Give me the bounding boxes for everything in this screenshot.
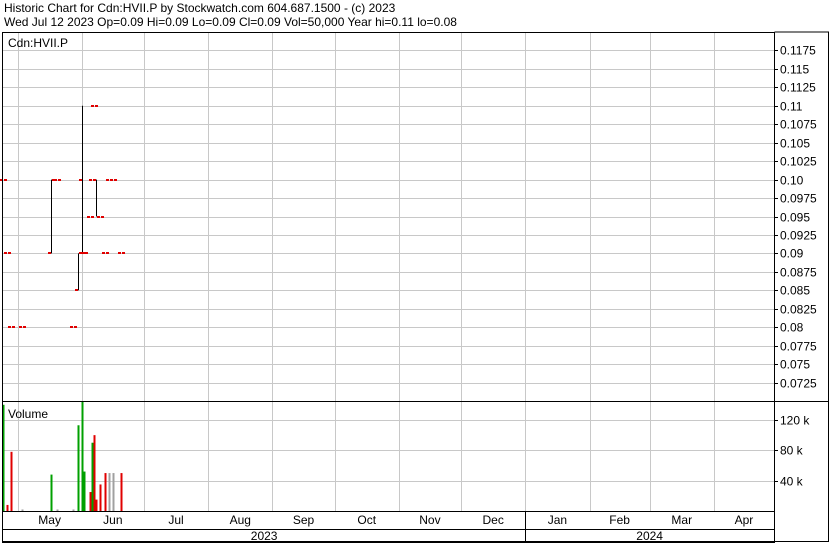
close-tick [74,326,77,328]
price-tick-label: 0.0975 [780,192,817,206]
open-tick [19,326,22,328]
close-tick [114,179,117,181]
plot-frame [2,32,775,543]
volume-bar [83,471,86,511]
open-tick [87,216,90,218]
open-tick [81,252,84,254]
volume-bar [108,473,111,511]
year-label: 2023 [251,529,278,543]
grid-layer [3,32,774,511]
volume-bar [95,499,98,511]
price-tick-label: 0.1075 [780,118,817,132]
volume-bar [93,435,96,511]
close-tick [91,216,94,218]
volume-bar [91,442,94,511]
year-label: 2024 [636,529,663,543]
open-tick [48,252,51,254]
volume-bar [89,492,92,511]
price-tick-label: 0.105 [780,137,810,151]
month-label: Nov [419,513,440,527]
volume-bar [104,473,107,511]
month-label: Jan [548,513,567,527]
open-tick [79,179,82,181]
volume-bar [72,509,75,511]
price-tick-label: 0.075 [780,358,810,372]
price-tick-label: 0.085 [780,284,810,298]
volume-bar [56,509,59,511]
month-label: Feb [609,513,630,527]
close-tick [23,326,26,328]
close-tick [122,252,125,254]
open-tick [70,326,73,328]
open-tick [54,179,57,181]
close-tick [101,216,104,218]
open-tick [4,252,7,254]
open-tick [93,179,96,181]
month-label: Aug [230,513,251,527]
month-label: Jun [103,513,122,527]
price-tick-label: 0.0775 [780,340,817,354]
close-tick [8,252,11,254]
month-label: Dec [482,513,503,527]
month-label: Jul [168,513,183,527]
volume-bar [81,401,84,511]
open-tick [89,179,92,181]
volume-bar [6,504,9,511]
close-tick [106,252,109,254]
symbol-label: Cdn:HVII.P [8,36,68,50]
volume-bar [21,509,24,511]
price-tick-label: 0.115 [780,63,809,77]
close-tick [12,326,15,328]
open-tick [97,216,100,218]
month-label: Apr [735,513,754,527]
price-tick-label: 0.10 [780,174,804,188]
price-tick-label: 0.1125 [780,81,816,95]
price-tick-label: 0.0825 [780,303,817,317]
volume-bar [10,451,13,511]
price-tick-label: 0.0725 [780,377,817,391]
close-tick [58,179,61,181]
month-label: Sep [293,513,315,527]
open-tick [118,252,121,254]
volume-bar [50,474,53,511]
volume-tick-label: 80 k [780,444,804,458]
stock-chart: 0.1175 0.115 0.1125 0.11 0.1075 0.105 0.1025 0.… [0,31,829,543]
volume-tick-label: 40 k [780,475,804,489]
close-tick [95,105,98,107]
open-tick [106,179,109,181]
open-tick [102,252,105,254]
frame-layer: 0.1175 0.115 0.1125 0.11 0.1075 0.105 0.1025 0.… [2,31,829,543]
month-label: Oct [357,513,376,527]
close-tick [4,179,7,181]
month-label: Mar [671,513,692,527]
volume-tick-label: 120 k [780,414,810,428]
open-tick [75,289,78,291]
price-tick-label: 0.08 [780,321,804,335]
price-tick-label: 0.1175 [780,44,816,58]
close-tick [85,252,88,254]
volume-bar [112,473,115,511]
month-label: May [38,513,61,527]
price-tick-label: 0.1025 [780,155,817,169]
open-tick [91,105,94,107]
chart-window: Historic Chart for Cdn:HVII.P by Stockwa… [0,0,830,543]
price-tick-label: 0.09 [780,247,804,261]
volume-label: Volume [8,407,48,421]
volume-bar [77,425,80,511]
volume-bar [120,473,123,511]
open-tick [110,179,113,181]
open-tick [8,326,11,328]
price-tick-label: 0.0875 [780,266,817,280]
price-tick-label: 0.0925 [780,229,817,243]
price-tick-label: 0.095 [780,211,810,225]
price-tick-label: 0.11 [780,100,803,114]
volume-bar [99,484,102,511]
